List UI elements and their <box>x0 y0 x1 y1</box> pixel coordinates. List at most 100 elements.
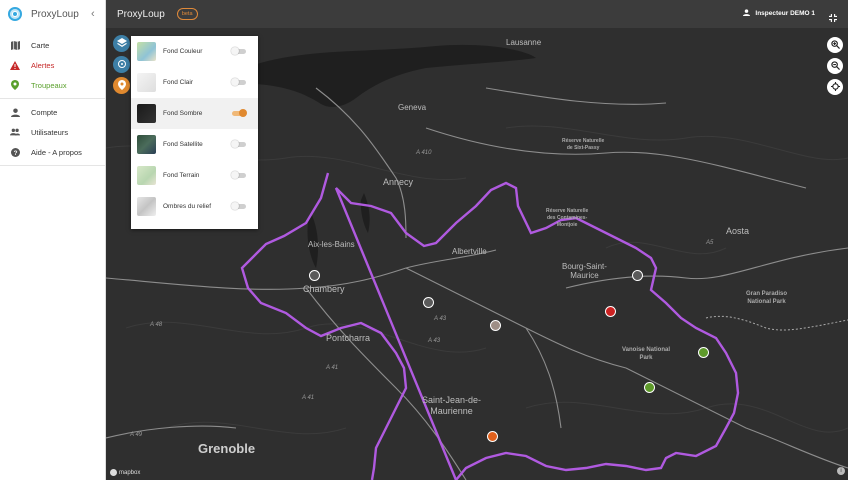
layer-fond-terrain[interactable]: Fond Terrain <box>131 160 258 191</box>
location-pin-icon <box>117 77 126 95</box>
layer-label: Fond Clair <box>163 79 193 86</box>
people-icon <box>10 127 20 137</box>
sidebar-item-label: Alertes <box>31 60 55 70</box>
location-pin-icon <box>10 80 20 90</box>
satellite-button[interactable] <box>113 56 130 73</box>
sidebar-item-compte[interactable]: Compte <box>0 102 105 122</box>
layer-toggle[interactable] <box>232 109 247 117</box>
sidebar-item-troupeaux[interactable]: Troupeaux <box>0 75 105 95</box>
layer-label: Fond Sombre <box>163 110 203 117</box>
map-label-aosta: Aosta <box>726 226 750 236</box>
beta-badge: beta <box>176 8 198 20</box>
help-icon: ? <box>10 147 20 157</box>
map-label-geneva: Geneva <box>398 103 427 112</box>
app-name: ProxyLoup <box>31 8 79 20</box>
herd-marker[interactable] <box>644 382 655 393</box>
menu-divider <box>0 165 105 166</box>
menu-divider <box>0 98 105 99</box>
layer-toggle[interactable] <box>231 140 246 148</box>
page-title: ProxyLoup <box>117 8 165 20</box>
warning-icon <box>10 60 20 70</box>
herd-marker[interactable] <box>698 347 709 358</box>
layer-ombres-relief[interactable]: Ombres du relief <box>131 191 258 222</box>
sidebar-item-aide[interactable]: ? Aide - A propos <box>0 142 105 162</box>
map-label-albertville: Albertville <box>452 247 487 256</box>
herd-marker[interactable] <box>423 297 434 308</box>
sidebar-item-carte[interactable]: Carte <box>0 35 105 55</box>
svg-text:?: ? <box>13 150 17 157</box>
toggle-knob <box>231 202 239 210</box>
layers-button[interactable] <box>113 35 130 52</box>
map-label-reserve-sixt: Réserve Naturelle de Sixt-Passy <box>562 138 605 151</box>
zoom-out-icon <box>830 57 840 75</box>
layer-thumbnail <box>137 197 156 216</box>
road-label: A5 <box>706 240 714 246</box>
layer-label: Ombres du relief <box>163 203 212 210</box>
road-label: A 49 <box>130 432 143 438</box>
layer-fond-sombre[interactable]: Fond Sombre <box>131 98 258 129</box>
sidebar-item-label: Utilisateurs <box>31 127 69 137</box>
layer-label: Fond Satellite <box>163 141 203 148</box>
satellite-icon <box>117 56 127 74</box>
sidebar: ProxyLoup ‹ Carte Alertes Troupeaux Comp… <box>0 0 106 480</box>
layer-toggle[interactable] <box>231 47 246 55</box>
road-label: A 410 <box>416 150 432 156</box>
layer-thumbnail <box>137 104 156 123</box>
map-label-annecy: Annecy <box>383 177 414 187</box>
layers-panel: Fond Couleur Fond Clair Fond Sombre Fond… <box>131 36 258 229</box>
sidebar-item-utilisateurs[interactable]: Utilisateurs <box>0 122 105 142</box>
layer-fond-clair[interactable]: Fond Clair <box>131 67 258 98</box>
toggle-knob <box>231 140 239 148</box>
zoom-out-button[interactable] <box>827 58 843 74</box>
herd-marker[interactable] <box>487 431 498 442</box>
sidebar-item-label: Compte <box>31 107 58 117</box>
app-logo <box>8 7 22 21</box>
locate-herd-button[interactable] <box>113 77 130 94</box>
layer-thumbnail <box>137 135 156 154</box>
map-icon <box>10 40 20 50</box>
alert-marker[interactable] <box>605 306 616 317</box>
map-label-saint-jean: Saint-Jean-de- Maurienne <box>422 395 482 416</box>
herd-marker[interactable] <box>309 270 320 281</box>
fullscreen-icon[interactable] <box>829 9 837 27</box>
sidebar-item-alertes[interactable]: Alertes <box>0 55 105 75</box>
road-label: A 41 <box>302 395 315 401</box>
map-label-aix: Aix-les-Bains <box>308 240 355 249</box>
layer-toggle[interactable] <box>231 202 246 210</box>
map-label-pontcharra: Pontcharra <box>326 333 371 343</box>
map-label-vanoise: Vanoise National Park <box>622 347 671 361</box>
layers-icon <box>116 35 127 53</box>
map-label-bourg: Bourg-Saint- Maurice <box>562 262 607 280</box>
map-label-chambery: Chambery <box>303 284 345 294</box>
locate-button[interactable] <box>827 79 843 95</box>
layer-fond-couleur[interactable]: Fond Couleur <box>131 36 258 67</box>
road-label: A 48 <box>150 322 163 328</box>
toggle-knob <box>231 78 239 86</box>
layer-fond-satellite[interactable]: Fond Satellite <box>131 129 258 160</box>
person-icon <box>743 9 751 18</box>
layer-toggle[interactable] <box>231 171 246 179</box>
map-label-reserve-contamines: Réserve Naturelle des Contamines- Montjo… <box>546 208 589 228</box>
toggle-knob <box>239 109 247 117</box>
info-icon[interactable]: i <box>837 467 845 475</box>
top-bar: ProxyLoup beta Inspecteur DEMO 1 <box>106 0 848 28</box>
country-border <box>705 315 848 331</box>
zoom-in-button[interactable] <box>827 37 843 53</box>
map-label-grenoble: Grenoble <box>198 441 256 456</box>
layer-label: Fond Couleur <box>163 48 203 55</box>
user-name: Inspecteur DEMO 1 <box>755 10 815 17</box>
sidebar-item-label: Aide - A propos <box>31 147 82 157</box>
lake-annecy <box>360 193 370 233</box>
herd-marker[interactable] <box>632 270 643 281</box>
mapbox-logo <box>110 469 117 476</box>
layer-label: Fond Terrain <box>163 172 200 179</box>
locate-icon <box>830 78 840 96</box>
toggle-knob <box>231 171 239 179</box>
herd-marker[interactable] <box>490 320 501 331</box>
mapbox-attribution[interactable]: mapbox <box>110 469 140 476</box>
chevron-left-icon[interactable]: ‹ <box>91 8 95 20</box>
sidebar-item-label: Carte <box>31 40 50 50</box>
user-menu[interactable]: Inspecteur DEMO 1 <box>743 9 815 18</box>
layer-toggle[interactable] <box>231 78 246 86</box>
map-label-lausanne: Lausanne <box>506 38 542 47</box>
